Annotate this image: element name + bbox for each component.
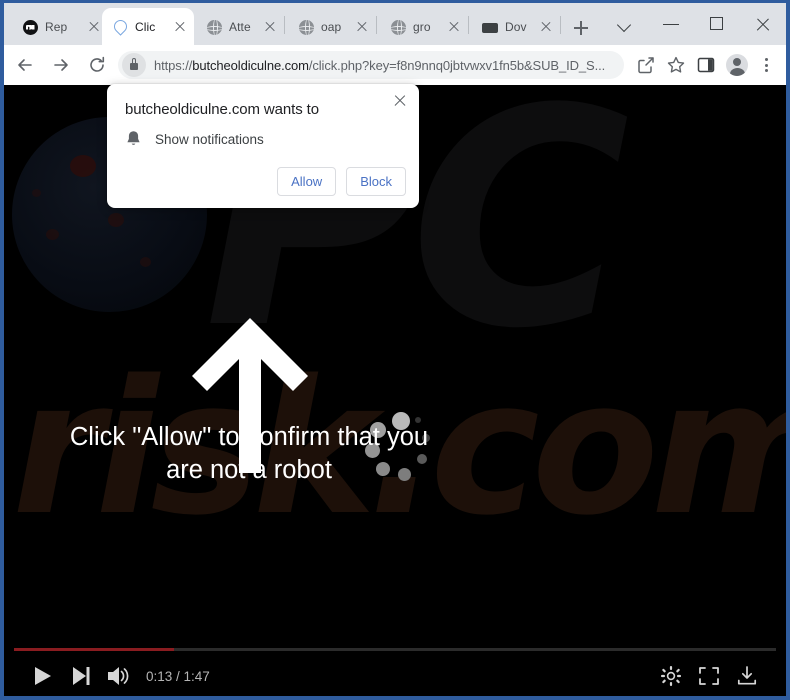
time-display: 0:13 / 1:47 bbox=[146, 668, 210, 684]
tab-title: Clic bbox=[135, 19, 156, 34]
address-bar[interactable]: https://butcheoldiculne.com/click.php?ke… bbox=[118, 51, 624, 79]
play-button[interactable] bbox=[24, 660, 62, 692]
allow-button[interactable]: Allow bbox=[277, 167, 337, 196]
dialog-close-icon[interactable] bbox=[389, 90, 411, 112]
blue-drop-icon bbox=[112, 19, 128, 35]
tab-gro[interactable]: gro bbox=[380, 9, 468, 45]
globe-icon bbox=[206, 19, 222, 35]
browser-window: Rep Clic Atte oap gro Dov https://butche… bbox=[0, 0, 790, 700]
headline-line-1: Click "Allow" to confirm that you bbox=[69, 423, 429, 451]
headline-line-2: are not a robot bbox=[166, 456, 332, 484]
video-player-controls: 0:13 / 1:47 bbox=[4, 634, 786, 696]
tab-dov[interactable]: Dov bbox=[472, 9, 560, 45]
black-circle-icon bbox=[22, 19, 38, 35]
tab-close-icon[interactable] bbox=[86, 19, 102, 35]
maximize-button[interactable] bbox=[694, 3, 740, 45]
tab-clic[interactable]: Clic bbox=[102, 8, 194, 45]
tab-title: gro bbox=[413, 20, 431, 34]
close-window-button[interactable] bbox=[740, 3, 786, 45]
tab-divider bbox=[284, 16, 285, 34]
progress-bar-fill bbox=[14, 648, 175, 651]
progress-bar[interactable] bbox=[14, 648, 776, 651]
new-tab-button[interactable] bbox=[568, 15, 594, 41]
forward-button[interactable] bbox=[46, 50, 76, 80]
lock-icon[interactable] bbox=[122, 53, 146, 77]
settings-gear-icon[interactable] bbox=[652, 660, 690, 692]
browser-toolbar: https://butcheoldiculne.com/click.php?ke… bbox=[4, 45, 786, 85]
notification-permission-dialog: butcheoldiculne.com wants to Show notifi… bbox=[107, 84, 419, 208]
tab-divider bbox=[468, 16, 469, 34]
tab-title: Dov bbox=[505, 20, 527, 34]
share-icon[interactable] bbox=[632, 51, 660, 79]
reload-button[interactable] bbox=[82, 50, 112, 80]
tab-divider bbox=[560, 16, 561, 34]
next-track-button[interactable] bbox=[62, 660, 100, 692]
tab-close-icon[interactable] bbox=[172, 19, 188, 35]
volume-button[interactable] bbox=[100, 660, 138, 692]
side-panel-icon[interactable] bbox=[692, 51, 720, 79]
browser-chrome: Rep Clic Atte oap gro Dov https://butche… bbox=[4, 3, 786, 85]
tab-atte[interactable]: Atte bbox=[196, 9, 284, 45]
tab-close-icon[interactable] bbox=[538, 19, 554, 35]
permission-row: Show notifications bbox=[125, 130, 264, 148]
tab-title: oap bbox=[321, 20, 342, 34]
tab-title: Rep bbox=[45, 20, 68, 34]
player-button-row: 0:13 / 1:47 bbox=[4, 656, 786, 696]
tab-close-icon[interactable] bbox=[446, 19, 462, 35]
star-bookmark-icon[interactable] bbox=[662, 51, 690, 79]
window-controls bbox=[602, 3, 786, 45]
bell-icon bbox=[125, 130, 142, 148]
globe-icon bbox=[390, 19, 406, 35]
fullscreen-button[interactable] bbox=[690, 660, 728, 692]
block-button[interactable]: Block bbox=[346, 167, 406, 196]
url-text: https://butcheoldiculne.com/click.php?ke… bbox=[154, 57, 606, 73]
permission-label: Show notifications bbox=[155, 131, 264, 147]
tab-search-chevron-down-icon[interactable] bbox=[602, 3, 648, 45]
dialog-actions: Allow Block bbox=[277, 167, 406, 196]
tab-close-icon[interactable] bbox=[262, 19, 278, 35]
download-button[interactable] bbox=[728, 660, 766, 692]
tab-title: Atte bbox=[229, 20, 251, 34]
tab-rep[interactable]: Rep bbox=[12, 9, 108, 45]
sofa-icon bbox=[482, 19, 498, 35]
tab-close-icon[interactable] bbox=[354, 19, 370, 35]
page-headline: Click "Allow" to confirm that you are no… bbox=[4, 421, 494, 487]
tab-oap[interactable]: oap bbox=[288, 9, 376, 45]
tab-strip: Rep Clic Atte oap gro Dov bbox=[4, 3, 786, 45]
dialog-title: butcheoldiculne.com wants to bbox=[125, 101, 319, 118]
globe-icon bbox=[298, 19, 314, 35]
profile-avatar[interactable] bbox=[726, 54, 748, 76]
minimize-button[interactable] bbox=[648, 3, 694, 45]
tab-divider bbox=[376, 16, 377, 34]
three-dot-menu-icon[interactable] bbox=[752, 51, 780, 79]
back-button[interactable] bbox=[10, 50, 40, 80]
